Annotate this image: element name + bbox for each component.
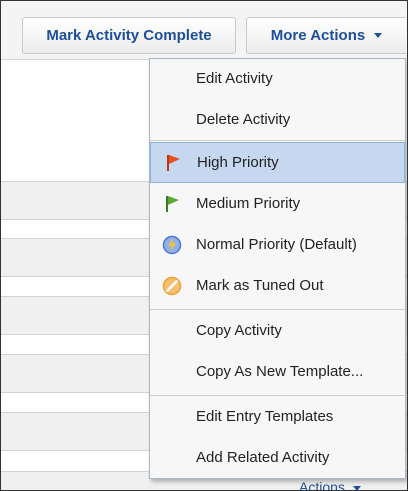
menu-item-edit-activity[interactable]: Edit Activity (150, 59, 405, 100)
menu-item-medium-priority[interactable]: Medium Priority (150, 184, 405, 225)
menu-item-edit-entry-templates[interactable]: Edit Entry Templates (150, 397, 405, 438)
activity-panel: Mark Activity Complete More Actions Acti… (0, 0, 408, 491)
menu-item-normal-priority[interactable]: Normal Priority (Default) (150, 225, 405, 266)
red-flag-icon (167, 155, 180, 171)
menu-item-label: Edit Activity (196, 70, 273, 87)
orange-no-icon (162, 276, 182, 296)
chevron-down-icon (352, 485, 361, 490)
green-flag-icon (166, 196, 179, 212)
menu-item-label: Add Related Activity (196, 449, 330, 466)
mark-activity-complete-button[interactable]: Mark Activity Complete (22, 17, 236, 54)
menu-item-add-related-activity[interactable]: Add Related Activity (150, 438, 405, 479)
more-actions-label: More Actions (270, 27, 366, 44)
menu-item-label: Normal Priority (Default) (196, 236, 357, 253)
row-actions-link[interactable]: Actions (299, 479, 361, 491)
menu-item-label: Mark as Tuned Out (196, 277, 324, 294)
row-actions-label: Actions (299, 479, 345, 491)
menu-item-label: High Priority (197, 154, 279, 171)
chevron-down-icon (374, 33, 383, 38)
menu-item-label: Medium Priority (196, 195, 301, 212)
toolbar: Mark Activity Complete More Actions (1, 1, 407, 60)
menu-item-label: Copy Activity (196, 322, 282, 339)
mark-activity-complete-label: Mark Activity Complete (46, 27, 212, 44)
menu-divider (150, 309, 405, 310)
menu-item-delete-activity[interactable]: Delete Activity (150, 100, 405, 141)
menu-item-mark-tuned-out[interactable]: Mark as Tuned Out (150, 266, 405, 307)
menu-item-label: Copy As New Template... (196, 363, 364, 380)
menu-divider (150, 395, 405, 396)
menu-item-label: Edit Entry Templates (196, 408, 334, 425)
more-actions-button[interactable]: More Actions (246, 17, 406, 54)
menu-item-copy-as-new-template[interactable]: Copy As New Template... (150, 352, 405, 393)
menu-item-copy-activity[interactable]: Copy Activity (150, 311, 405, 352)
menu-divider (150, 140, 405, 141)
more-actions-menu: Edit Activity Delete Activity High Prior… (149, 58, 406, 479)
menu-item-high-priority[interactable]: High Priority (150, 142, 405, 183)
blue-lightning-icon (162, 235, 182, 255)
menu-item-label: Delete Activity (196, 111, 291, 128)
